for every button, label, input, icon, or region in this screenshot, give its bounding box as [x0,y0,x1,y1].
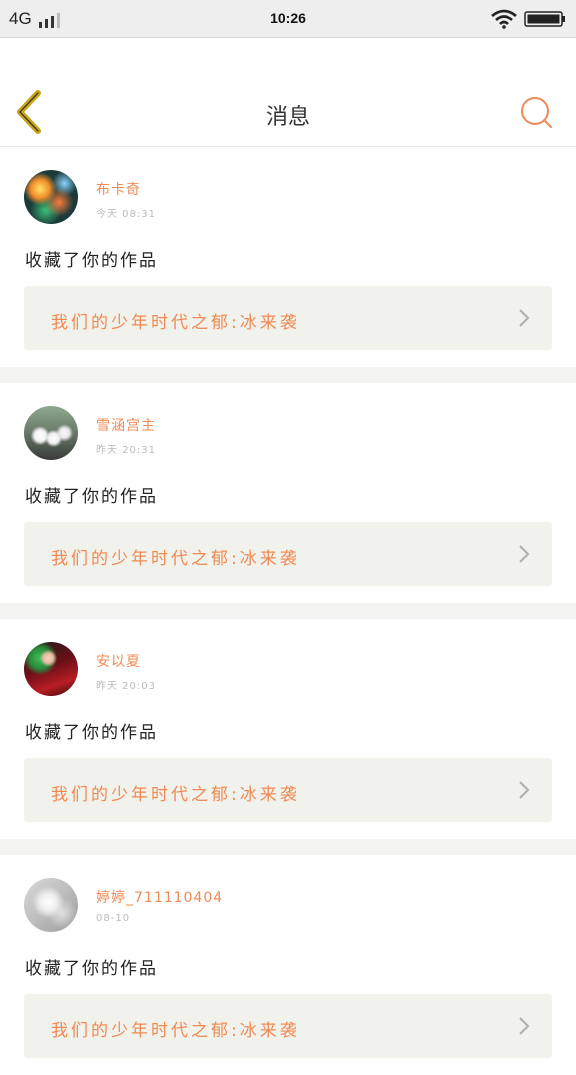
chevron-right-icon [519,545,530,563]
message-card: 安以夏 昨天 20:03 收藏了你的作品 我们的少年时代之郁:冰来袭 [0,619,576,839]
divider [0,367,576,383]
username[interactable]: 安以夏 [96,651,141,671]
battery-icon [524,11,565,27]
wifi-icon [491,9,517,29]
work-link[interactable]: 我们的少年时代之郁:冰来袭 [24,994,552,1058]
message-card: 布卡奇 今天 08:31 收藏了你的作品 我们的少年时代之郁:冰来袭 [0,147,576,367]
timestamp: 昨天 20:31 [96,445,156,456]
action-text: 收藏了你的作品 [25,487,158,507]
work-title: 我们的少年时代之郁:冰来袭 [51,785,300,805]
action-text: 收藏了你的作品 [25,251,158,271]
avatar[interactable] [24,642,78,696]
chevron-right-icon [519,1017,530,1035]
timestamp: 昨天 20:03 [96,681,156,692]
chevron-right-icon [519,781,530,799]
work-link[interactable]: 我们的少年时代之郁:冰来袭 [24,758,552,822]
nav-bar: 消息 [0,39,576,147]
timestamp: 今天 08:31 [96,209,156,220]
avatar[interactable] [24,406,78,460]
message-card: 雪涵宫主 昨天 20:31 收藏了你的作品 我们的少年时代之郁:冰来袭 [0,383,576,603]
action-text: 收藏了你的作品 [25,723,158,743]
username[interactable]: 布卡奇 [96,179,141,199]
timestamp: 08-10 [96,913,131,924]
avatar[interactable] [24,170,78,224]
page-title: 消息 [265,105,310,130]
avatar[interactable] [24,878,78,932]
divider [0,839,576,855]
action-text: 收藏了你的作品 [25,959,158,979]
chevron-right-icon [519,309,530,327]
work-link[interactable]: 我们的少年时代之郁:冰来袭 [24,522,552,586]
username[interactable]: 雪涵宫主 [96,415,156,435]
work-link[interactable]: 我们的少年时代之郁:冰来袭 [24,286,552,350]
divider [0,603,576,619]
status-bar: 4G 10:26 [0,0,576,38]
work-title: 我们的少年时代之郁:冰来袭 [51,1021,300,1041]
message-list: 布卡奇 今天 08:31 收藏了你的作品 我们的少年时代之郁:冰来袭 雪涵宫主 … [0,147,576,1075]
message-card: 婷婷_711110404 08-10 收藏了你的作品 我们的少年时代之郁:冰来袭 [0,855,576,1075]
search-icon[interactable] [516,92,556,132]
work-title: 我们的少年时代之郁:冰来袭 [51,549,300,569]
work-title: 我们的少年时代之郁:冰来袭 [51,313,300,333]
username[interactable]: 婷婷_711110404 [96,887,223,907]
